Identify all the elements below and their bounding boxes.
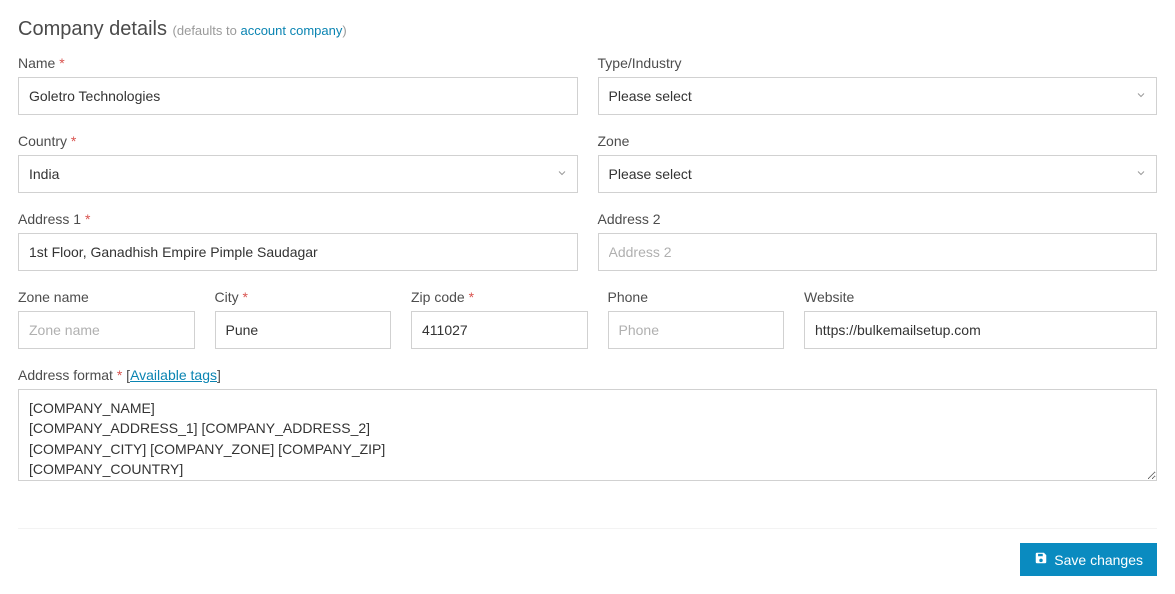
title-default-note: (defaults to account company) [173,23,347,38]
country-label: Country * [18,133,578,149]
zip-input[interactable] [411,311,588,349]
divider [18,528,1157,529]
zone-value: Please select [609,166,692,182]
save-button-label: Save changes [1054,552,1143,568]
city-input[interactable] [215,311,392,349]
website-input[interactable] [804,311,1157,349]
type-industry-label: Type/Industry [598,55,1158,71]
address2-label: Address 2 [598,211,1158,227]
phone-input[interactable] [608,311,785,349]
page-title: Company details (defaults to account com… [18,18,1157,41]
city-label: City * [215,289,392,305]
address2-input[interactable] [598,233,1158,271]
country-select[interactable]: India [18,155,578,193]
address1-label: Address 1 * [18,211,578,227]
phone-label: Phone [608,289,785,305]
country-value: India [29,166,59,182]
defaults-prefix: (defaults to [173,23,241,38]
zip-label: Zip code * [411,289,588,305]
defaults-suffix: ) [342,23,346,38]
type-industry-select[interactable]: Please select [598,77,1158,115]
zone-label: Zone [598,133,1158,149]
save-changes-button[interactable]: Save changes [1020,543,1157,576]
type-industry-value: Please select [609,88,692,104]
name-input[interactable] [18,77,578,115]
save-icon [1034,551,1048,568]
address-format-textarea[interactable] [18,389,1157,481]
title-text: Company details [18,18,167,40]
name-label: Name * [18,55,578,71]
zone-select[interactable]: Please select [598,155,1158,193]
address1-input[interactable] [18,233,578,271]
zone-name-label: Zone name [18,289,195,305]
website-label: Website [804,289,1157,305]
available-tags-link[interactable]: Available tags [130,367,217,383]
account-company-link[interactable]: account company [240,23,342,38]
address-format-label: Address format * [Available tags] [18,367,1157,383]
zone-name-input[interactable] [18,311,195,349]
